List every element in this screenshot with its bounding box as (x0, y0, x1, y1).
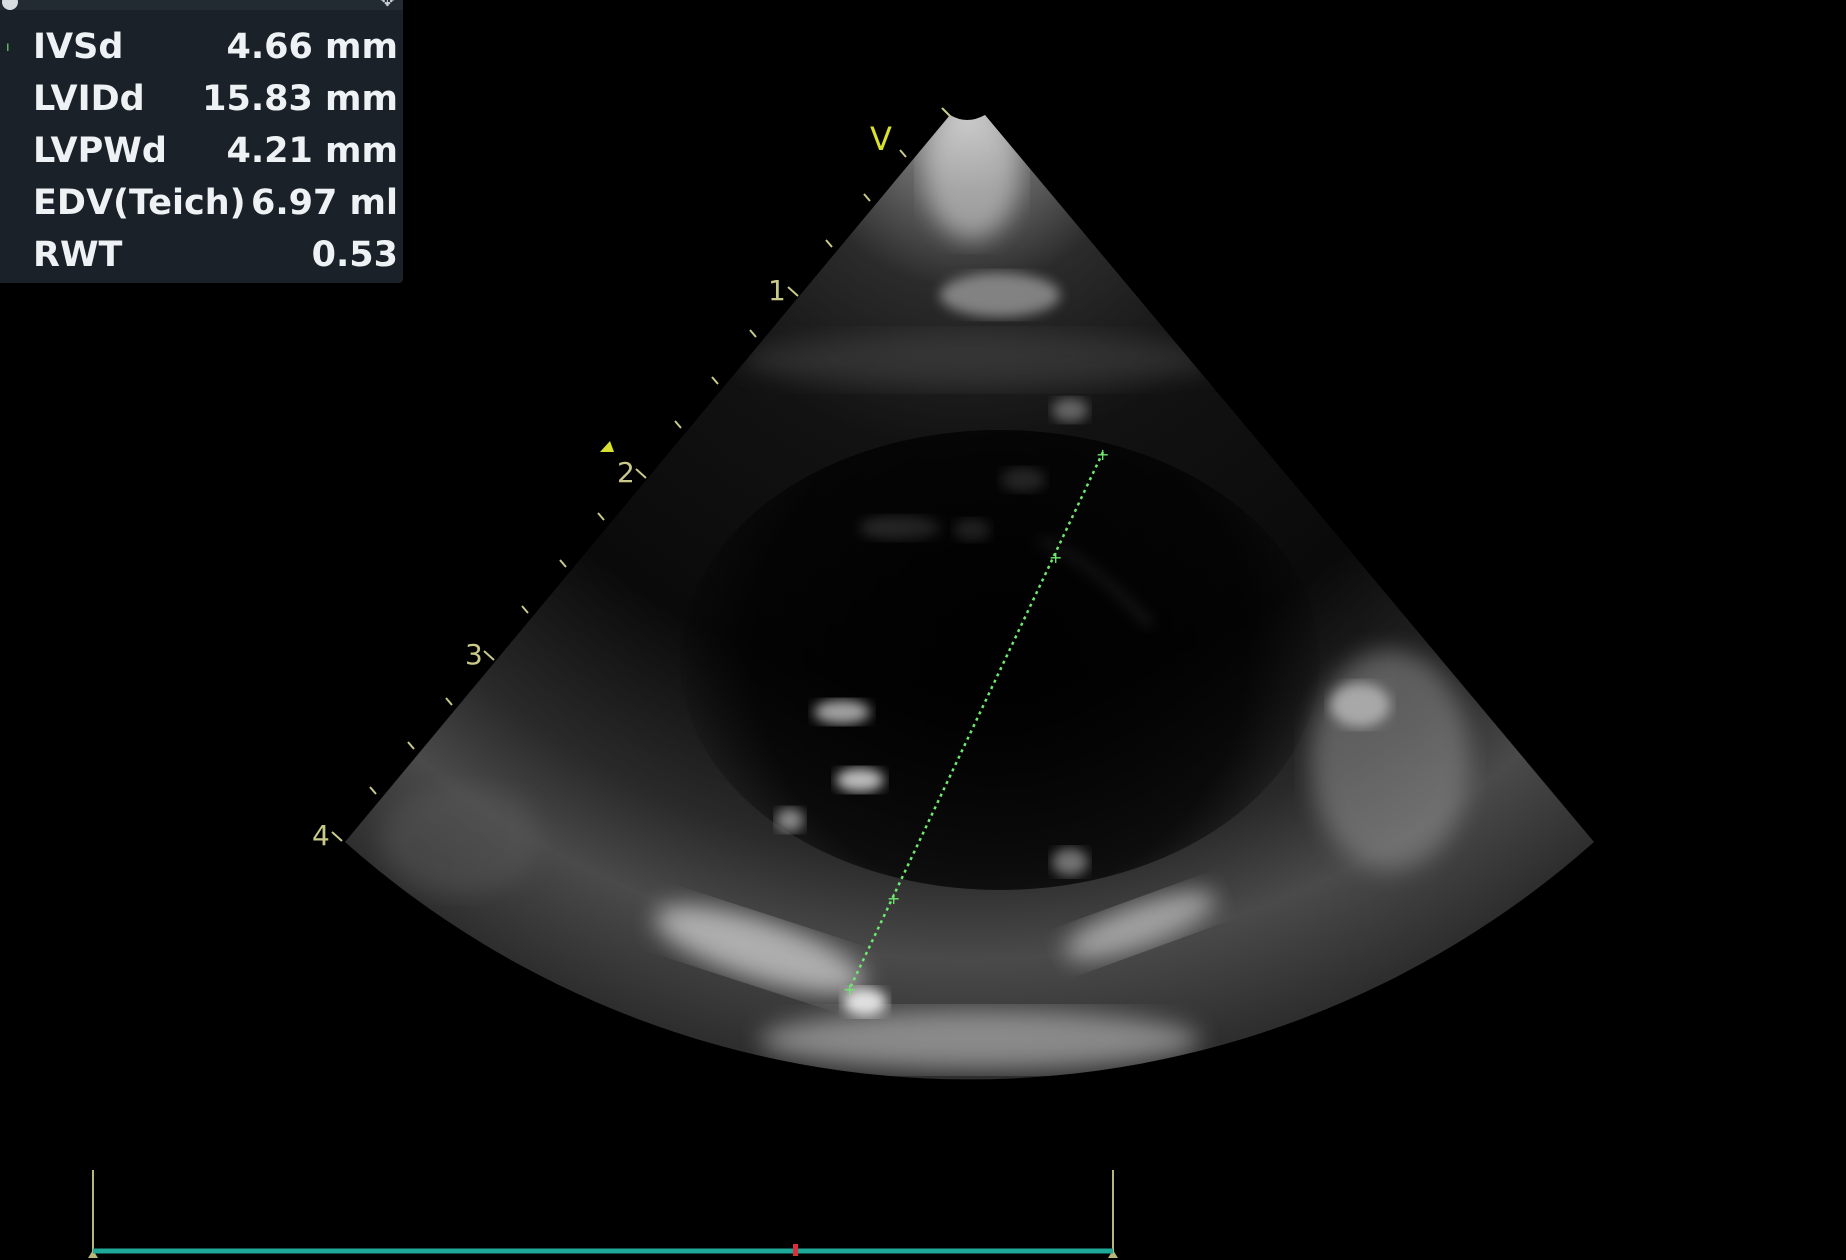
measurement-row-lvidd[interactable]: LVIDd 15.83 mm (33, 73, 398, 125)
caliper-point-4[interactable]: + (843, 980, 856, 999)
caliper-point-3[interactable]: + (887, 889, 900, 908)
orientation-marker: V (870, 120, 892, 158)
depth-label-2: 2 (617, 456, 635, 489)
move-icon[interactable]: ✥ (380, 0, 395, 10)
measurement-value: 15.83 mm (202, 79, 398, 119)
measurement-row-edv[interactable]: EDV(Teich) 6.97 ml (33, 177, 398, 229)
caliper-point-1[interactable]: + (1096, 445, 1109, 464)
measurement-label: LVPWd (33, 131, 167, 171)
measurement-row-rwt[interactable]: RWT 0.53 (33, 229, 398, 281)
measurement-label: LVIDd (33, 79, 145, 119)
measurement-label: IVSd (33, 27, 124, 67)
depth-label-1: 1 (768, 274, 786, 307)
measurement-label: EDV(Teich) (33, 183, 246, 223)
depth-label-3: 3 (465, 638, 483, 671)
panel-titlebar[interactable] (0, 0, 403, 10)
active-row-marker-icon: ı (6, 40, 10, 55)
measurement-value: 6.97 ml (250, 183, 398, 223)
focus-marker[interactable] (600, 441, 614, 452)
cine-timeline[interactable] (88, 1170, 1118, 1258)
measurement-value: 4.21 mm (226, 131, 398, 171)
timeline-playhead[interactable] (793, 1244, 798, 1256)
measurement-value: 0.53 (311, 235, 398, 275)
measurement-label: RWT (33, 235, 123, 275)
depth-label-4: 4 (312, 819, 330, 852)
measurement-value: 4.66 mm (226, 27, 398, 67)
caliper-point-2[interactable]: + (1049, 548, 1062, 567)
measurement-row-ivsd[interactable]: IVSd 4.66 mm (33, 21, 398, 73)
measurement-panel: ✥ ı IVSd 4.66 mm LVIDd 15.83 mm LVPWd 4.… (0, 0, 403, 283)
measurement-row-lvpwd[interactable]: LVPWd 4.21 mm (33, 125, 398, 177)
ultrasound-screen: V 1 2 3 4 + + + + ✥ ı IVSd 4.66 mm LVIDd… (0, 0, 1846, 1260)
